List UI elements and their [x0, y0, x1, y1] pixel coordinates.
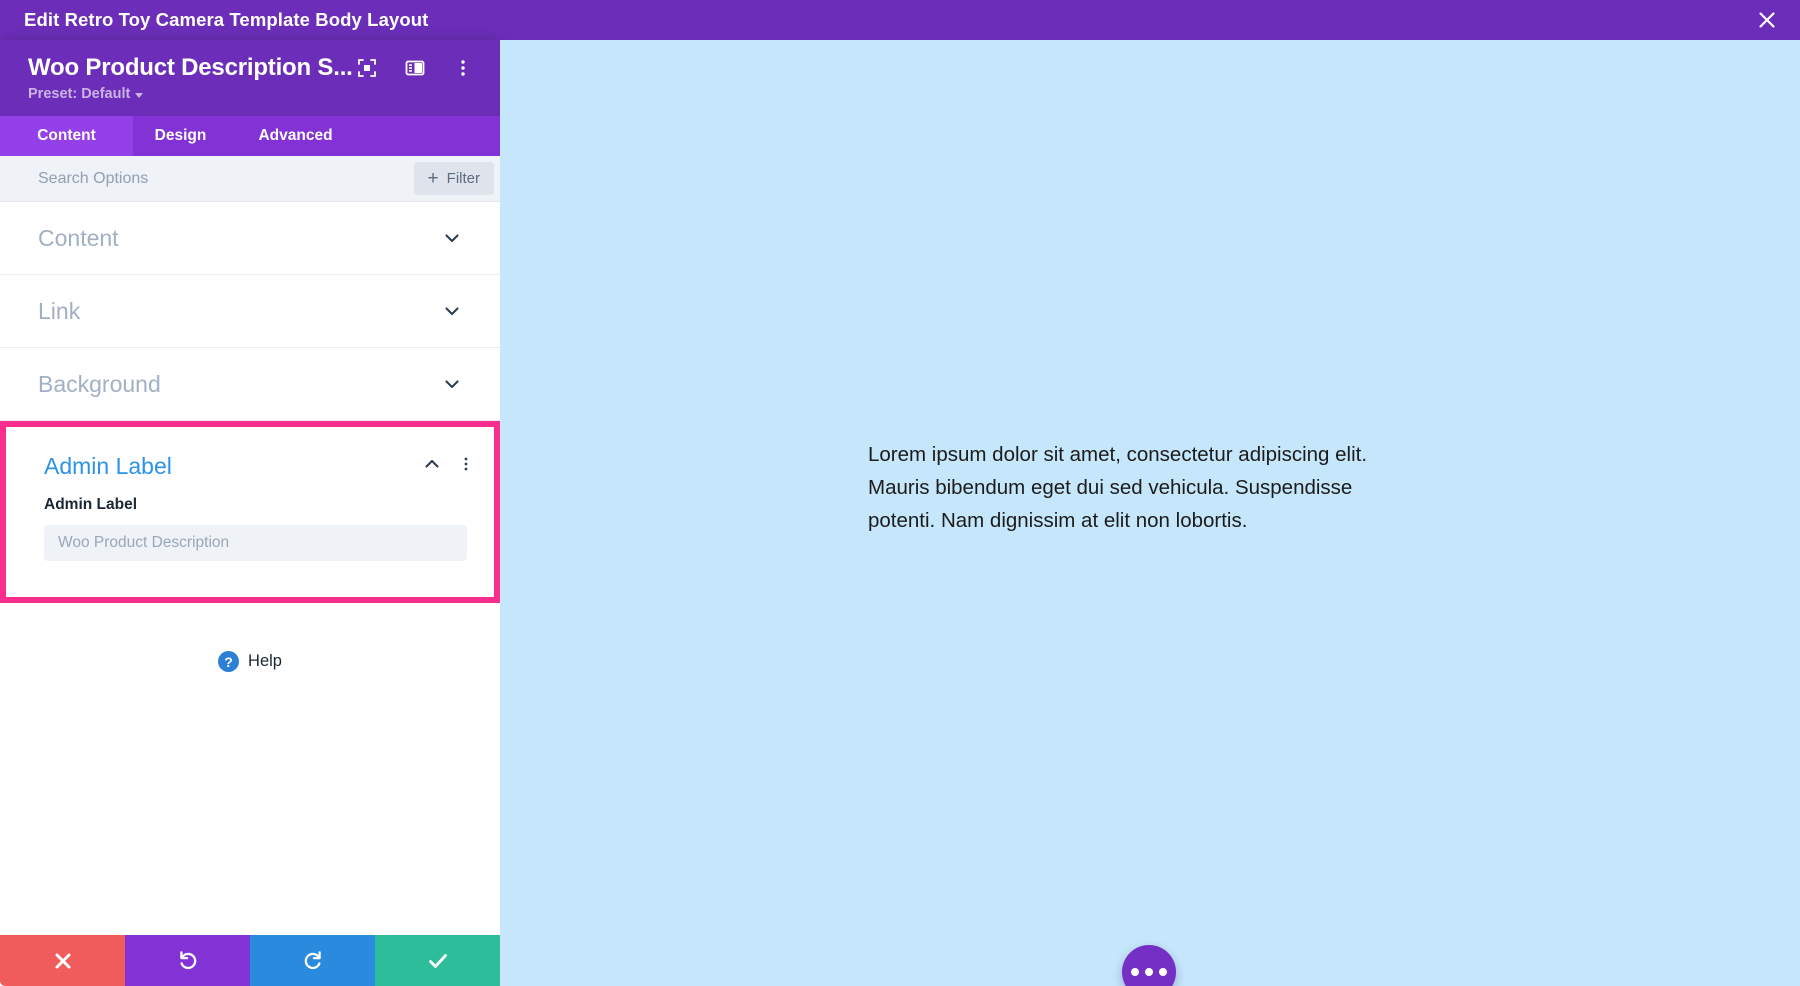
preset-selector[interactable]: Preset: Default: [28, 86, 478, 102]
chevron-down-icon[interactable]: [442, 301, 462, 321]
admin-label-body: Admin Label: [6, 486, 494, 597]
help-link[interactable]: ? Help: [0, 603, 500, 672]
tab-advanced[interactable]: Advanced: [228, 116, 363, 156]
chevron-down-icon[interactable]: [442, 228, 462, 248]
chevron-down-icon: [135, 92, 144, 98]
page-title: Edit Retro Toy Camera Template Body Layo…: [24, 9, 429, 30]
product-description-text: Lorem ipsum dolor sit amet, consectetur …: [868, 443, 1368, 533]
top-bar: Edit Retro Toy Camera Template Body Layo…: [0, 0, 1800, 40]
close-icon[interactable]: [1750, 3, 1784, 37]
section-link[interactable]: Link: [0, 275, 500, 348]
section-background[interactable]: Background: [0, 348, 500, 421]
ellipsis-dot: [1131, 968, 1139, 976]
admin-label-field-label: Admin Label: [44, 496, 138, 513]
more-vertical-icon[interactable]: [452, 57, 474, 79]
section-title: Content: [38, 224, 119, 251]
tab-design[interactable]: Design: [133, 116, 228, 156]
undo-icon: [179, 950, 196, 969]
redo-button[interactable]: [250, 935, 375, 986]
check-icon: [428, 953, 447, 968]
admin-label-input[interactable]: [44, 525, 467, 561]
page-canvas: Lorem ipsum dolor sit amet, consectetur …: [500, 40, 1800, 986]
panel-header: Woo Product Description S... Preset: Def…: [0, 40, 500, 116]
chevron-up-icon[interactable]: [422, 454, 442, 479]
cancel-button[interactable]: [0, 935, 125, 986]
tab-content[interactable]: Content: [0, 116, 133, 156]
chevron-down-icon[interactable]: [442, 374, 462, 394]
panel-action-bar: [0, 935, 500, 986]
more-vertical-icon[interactable]: [458, 454, 474, 479]
preset-label: Preset: Default: [28, 86, 131, 102]
settings-sections: Content Link Background Admin Label Admi…: [0, 202, 500, 672]
focus-target-icon[interactable]: [356, 57, 378, 79]
search-input[interactable]: [38, 169, 414, 188]
section-title: Admin Label: [44, 453, 172, 479]
section-admin-label[interactable]: Admin Label: [6, 427, 494, 486]
section-title: Link: [38, 297, 81, 324]
filter-button-label: Filter: [446, 170, 480, 187]
filter-button[interactable]: + Filter: [413, 162, 494, 195]
module-settings-panel: Woo Product Description S... Preset: Def…: [0, 40, 500, 986]
section-content[interactable]: Content: [0, 202, 500, 275]
close-icon: [55, 953, 70, 968]
search-row: + Filter: [0, 156, 500, 202]
ellipsis-dot: [1159, 968, 1167, 976]
module-title: Woo Product Description S...: [28, 54, 353, 81]
redo-icon: [304, 950, 321, 969]
help-label: Help: [248, 652, 282, 670]
question-mark-icon: ?: [218, 651, 240, 672]
save-button[interactable]: [375, 935, 500, 986]
page-settings-fab[interactable]: [1122, 945, 1176, 986]
panel-layout-icon[interactable]: [404, 57, 426, 79]
settings-tabs: Content Design Advanced: [0, 116, 500, 156]
divi-builder-screen: Edit Retro Toy Camera Template Body Layo…: [0, 0, 1800, 986]
panel-spacer: [0, 672, 500, 935]
admin-label-header-actions: [422, 454, 474, 479]
plus-icon: +: [427, 167, 439, 189]
admin-label-group-highlight: Admin Label Admin Label Woo Product Desc…: [0, 421, 500, 603]
ellipsis-dot: [1145, 968, 1153, 976]
undo-button[interactable]: [125, 935, 250, 986]
panel-header-icons: [356, 57, 478, 79]
section-title: Background: [38, 370, 161, 397]
